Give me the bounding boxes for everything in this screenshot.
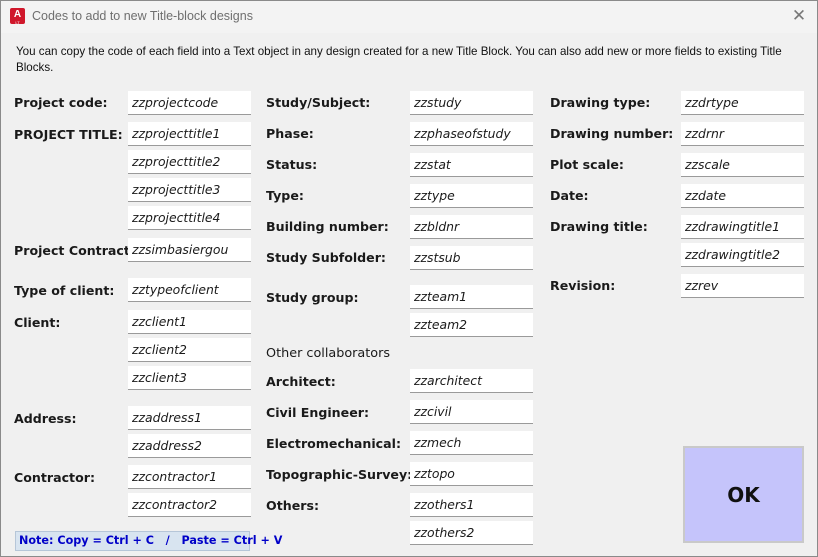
field-client-1[interactable]: [128, 310, 251, 334]
field-study-subject[interactable]: [410, 91, 533, 115]
close-icon[interactable]: ✕: [784, 5, 814, 27]
field-client-2[interactable]: [128, 338, 251, 362]
label-study-subject: Study/Subject:: [266, 95, 371, 110]
label-electromechanical: Electromechanical:: [266, 436, 402, 451]
field-topographic-survey[interactable]: [410, 462, 533, 486]
dialog-window: A LT Codes to add to new Title-block desi…: [0, 0, 818, 557]
label-project-title: PROJECT TITLE:: [14, 127, 123, 142]
field-project-code[interactable]: [128, 91, 251, 115]
window-title: Codes to add to new Title-block designs: [32, 9, 253, 23]
field-study-group-2[interactable]: [410, 313, 533, 337]
field-study-group-1[interactable]: [410, 285, 533, 309]
label-status: Status:: [266, 157, 318, 172]
field-others-2[interactable]: [410, 521, 533, 545]
field-contractor-2[interactable]: [128, 493, 251, 517]
field-project-title-3[interactable]: [128, 178, 251, 202]
field-client-3[interactable]: [128, 366, 251, 390]
field-electromechanical[interactable]: [410, 431, 533, 455]
label-date: Date:: [550, 188, 589, 203]
label-study-subfolder: Study Subfolder:: [266, 250, 386, 265]
label-study-group: Study group:: [266, 290, 359, 305]
label-civil-engineer: Civil Engineer:: [266, 405, 369, 420]
field-status[interactable]: [410, 153, 533, 177]
field-plot-scale[interactable]: [681, 153, 804, 177]
label-type: Type:: [266, 188, 304, 203]
field-drawing-title-1[interactable]: [681, 215, 804, 239]
field-architect[interactable]: [410, 369, 533, 393]
field-drawing-type[interactable]: [681, 91, 804, 115]
autocad-app-icon: A LT: [10, 8, 25, 25]
field-drawing-number[interactable]: [681, 122, 804, 146]
field-building-number[interactable]: [410, 215, 533, 239]
label-project-code: Project code:: [14, 95, 108, 110]
ok-button[interactable]: OK: [683, 446, 804, 543]
label-address: Address:: [14, 411, 77, 426]
label-client: Client:: [14, 315, 61, 330]
section-other-collaborators: Other collaborators: [266, 346, 391, 361]
field-project-title-2[interactable]: [128, 150, 251, 174]
label-type-of-client: Type of client:: [14, 283, 115, 298]
label-others: Others:: [266, 498, 319, 513]
field-project-title-1[interactable]: [128, 122, 251, 146]
field-contractor-1[interactable]: [128, 465, 251, 489]
label-plot-scale: Plot scale:: [550, 157, 624, 172]
field-phase[interactable]: [410, 122, 533, 146]
field-type-of-client[interactable]: [128, 278, 251, 302]
field-project-contract[interactable]: [128, 238, 251, 262]
field-address-2[interactable]: [128, 434, 251, 458]
field-address-1[interactable]: [128, 406, 251, 430]
field-revision[interactable]: [681, 274, 804, 298]
label-revision: Revision:: [550, 278, 616, 293]
field-type[interactable]: [410, 184, 533, 208]
field-civil-engineer[interactable]: [410, 400, 533, 424]
label-drawing-number: Drawing number:: [550, 126, 674, 141]
field-project-title-4[interactable]: [128, 206, 251, 230]
shortcut-note: Note: Copy = Ctrl + C / Paste = Ctrl + V: [15, 531, 282, 551]
label-project-contract: Project Contract:: [14, 243, 135, 258]
field-date[interactable]: [681, 184, 804, 208]
label-architect: Architect:: [266, 374, 336, 389]
title-bar: A LT Codes to add to new Title-block desi…: [1, 1, 817, 33]
label-contractor: Contractor:: [14, 470, 95, 485]
label-drawing-title: Drawing title:: [550, 219, 648, 234]
intro-text: You can copy the code of each field into…: [16, 45, 782, 74]
label-drawing-type: Drawing type:: [550, 95, 651, 110]
label-building-number: Building number:: [266, 219, 389, 234]
label-phase: Phase:: [266, 126, 314, 141]
field-study-subfolder[interactable]: [410, 246, 533, 270]
label-topographic-survey: Topographic-Survey:: [266, 467, 413, 482]
field-drawing-title-2[interactable]: [681, 243, 804, 267]
field-others-1[interactable]: [410, 493, 533, 517]
